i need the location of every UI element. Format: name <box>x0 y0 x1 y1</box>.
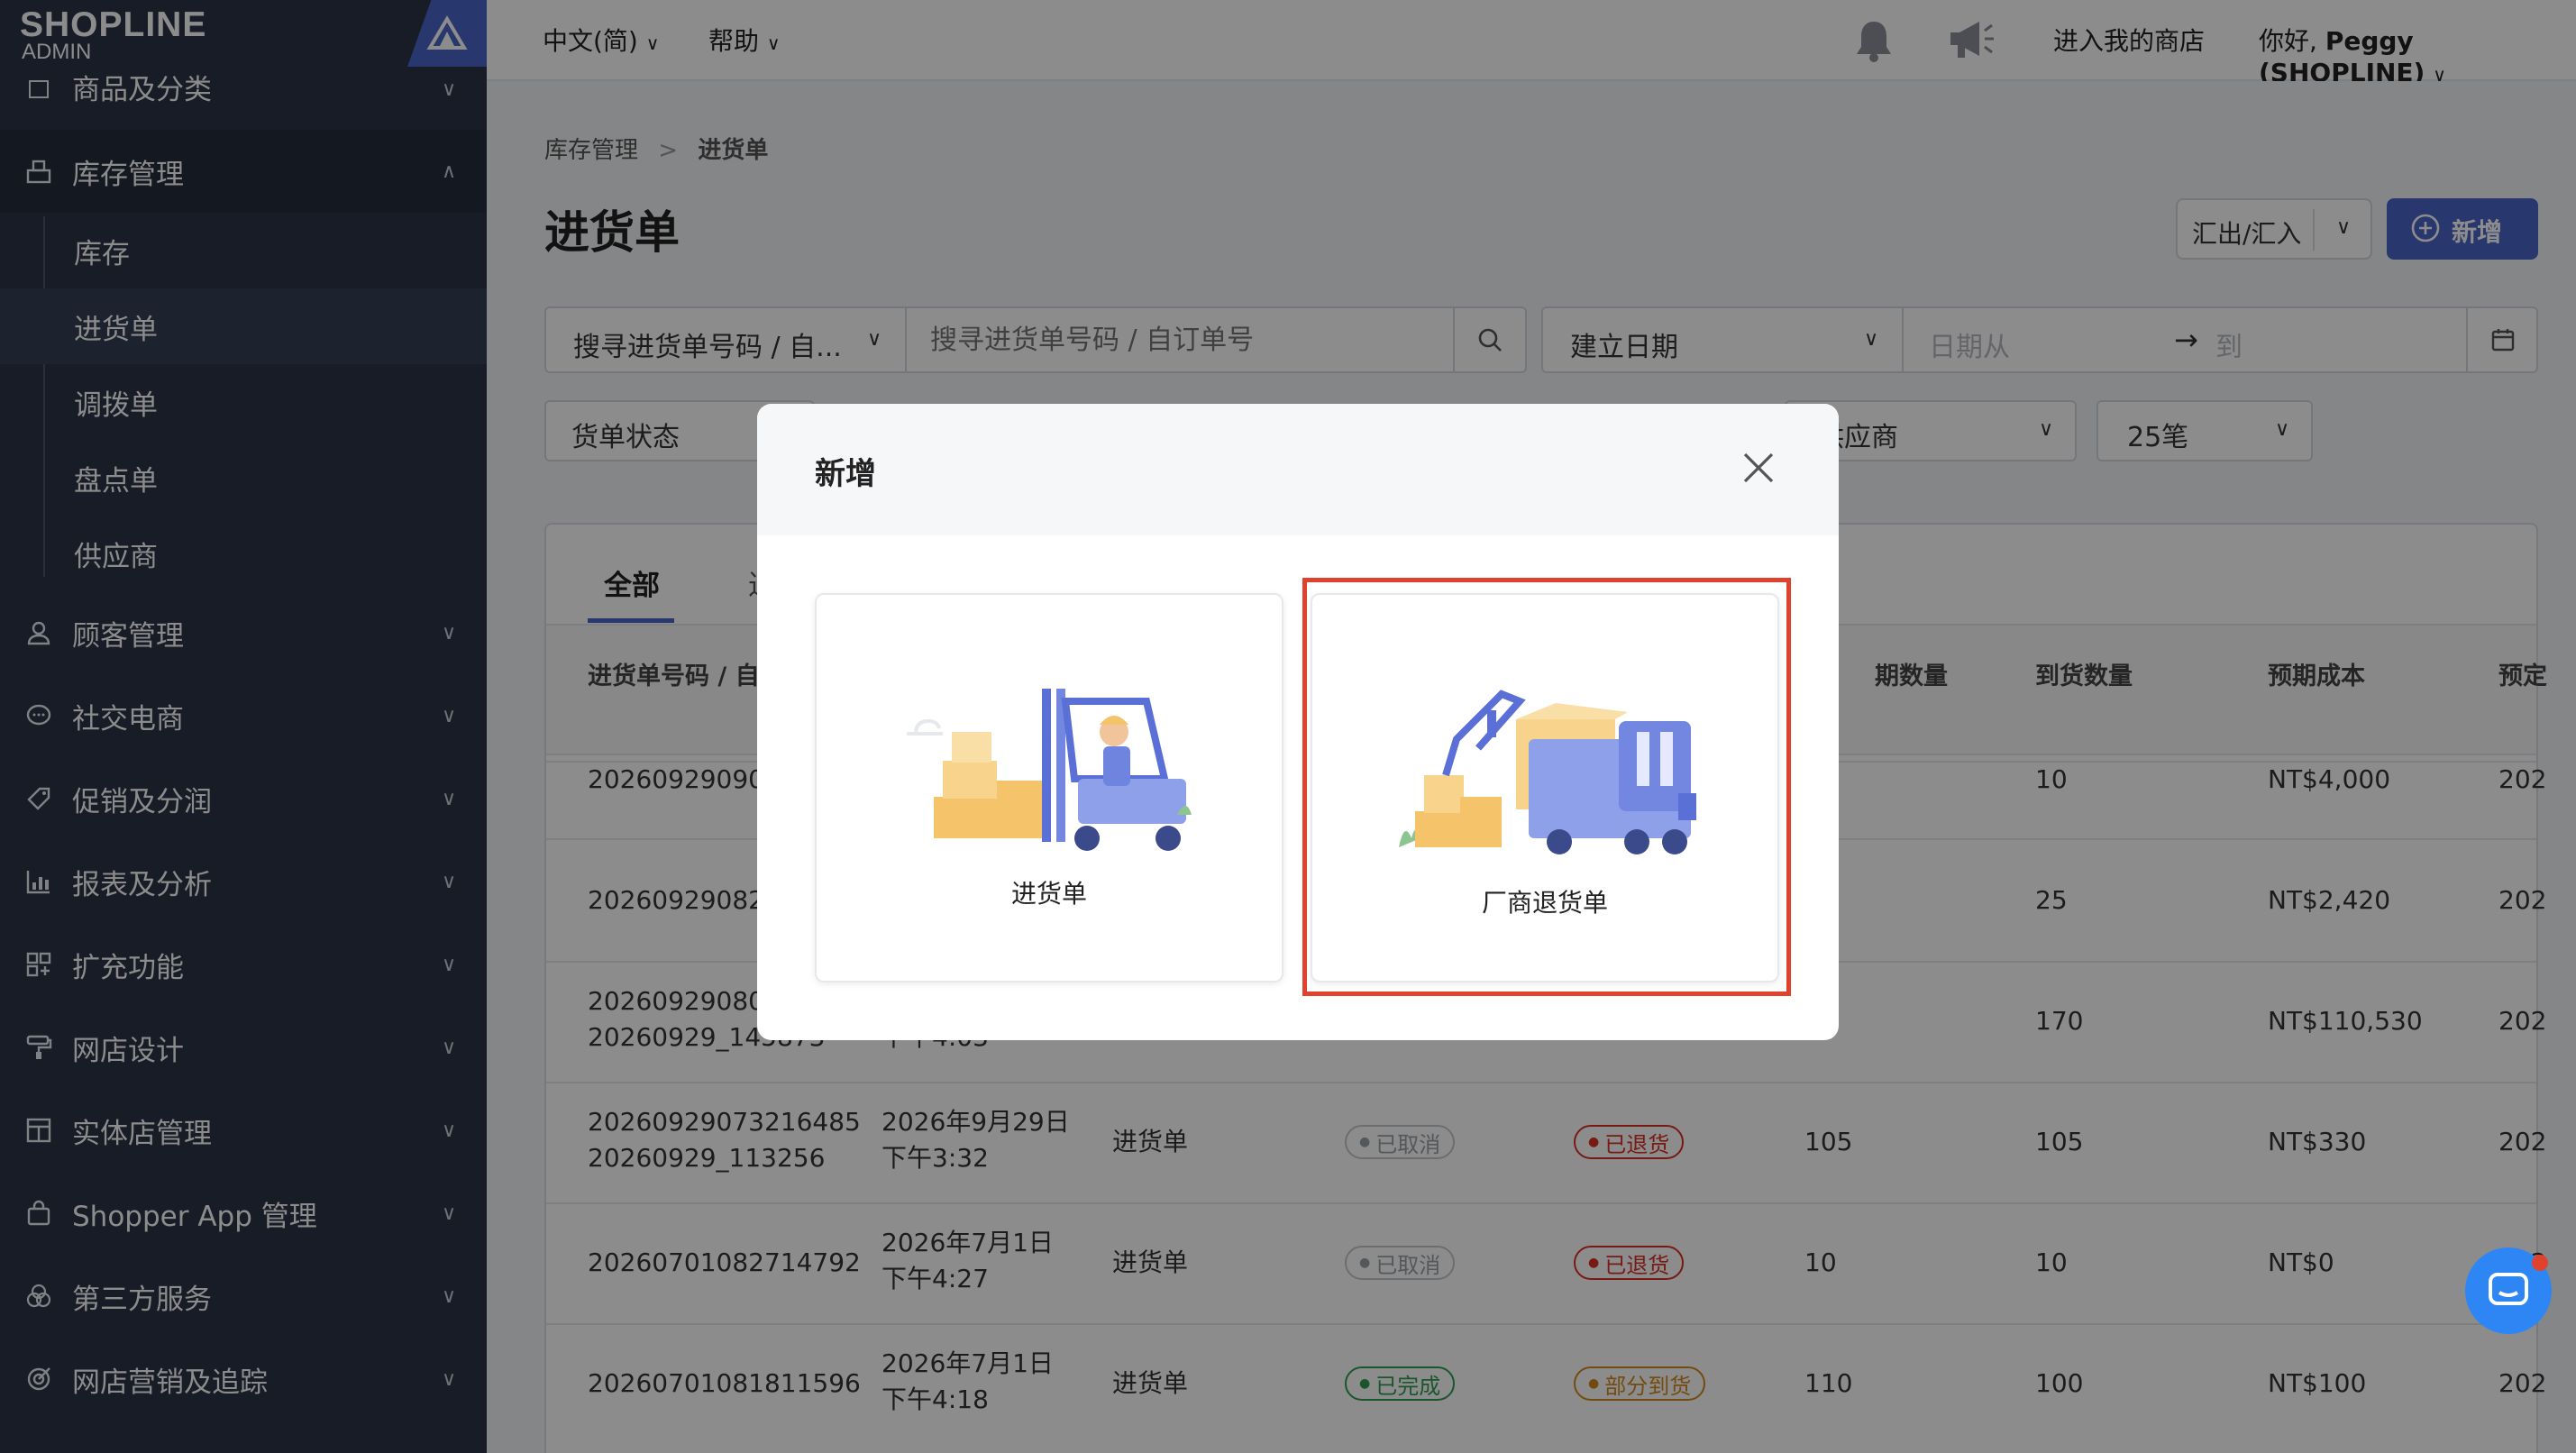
highlight-box <box>1302 578 1791 996</box>
chat-support-button[interactable] <box>2465 1247 2552 1334</box>
chat-bubble-icon <box>2489 1273 2528 1305</box>
option-purchase-order[interactable]: 进货单 <box>815 593 1283 982</box>
dialog-title: 新增 <box>815 456 876 492</box>
close-icon[interactable] <box>1741 451 1776 489</box>
dialog-header: 新增 <box>757 404 1839 535</box>
option-purchase-label: 进货单 <box>1010 879 1087 909</box>
notification-dot <box>2532 1255 2548 1271</box>
forklift-illustration-icon <box>907 689 1192 851</box>
